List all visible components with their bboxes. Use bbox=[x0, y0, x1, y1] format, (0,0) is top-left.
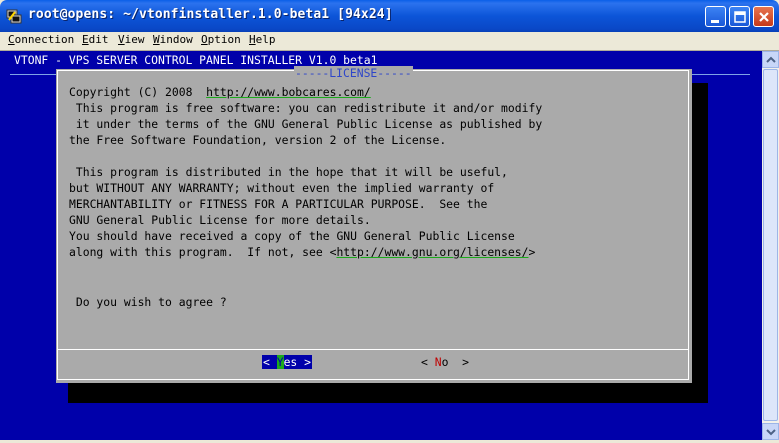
putty-terminal-icon[interactable] bbox=[6, 8, 22, 24]
scroll-down-button[interactable] bbox=[762, 423, 779, 440]
menu-window[interactable]: Window bbox=[153, 33, 193, 46]
menu-connection[interactable]: Connection bbox=[8, 33, 74, 46]
no-button[interactable]: < No > bbox=[421, 355, 469, 369]
close-button[interactable] bbox=[753, 6, 774, 27]
menu-edit[interactable]: Edit bbox=[82, 33, 109, 46]
chevron-up-icon bbox=[766, 56, 776, 63]
menu-view[interactable]: View bbox=[118, 33, 145, 46]
chevron-down-icon bbox=[766, 429, 776, 436]
minimize-button[interactable] bbox=[705, 6, 726, 27]
yes-button[interactable]: < Yes > bbox=[262, 355, 313, 369]
license-dialog: -----LICENSE----- Copyright (C) 2008 htt… bbox=[56, 66, 692, 383]
terminal-screen[interactable]: VTONF - VPS SERVER CONTROL PANEL INSTALL… bbox=[0, 51, 762, 440]
scroll-thumb[interactable] bbox=[763, 69, 778, 421]
dialog-title: -----LICENSE----- bbox=[294, 66, 413, 80]
title-bar[interactable]: root@opens: ~/vtonfinstaller.1.0-beta1 [… bbox=[0, 0, 779, 32]
menu-help[interactable]: Help bbox=[249, 33, 276, 46]
agree-prompt: Do you wish to agree ? bbox=[69, 295, 227, 309]
maximize-button[interactable] bbox=[729, 6, 750, 27]
maximize-icon bbox=[734, 11, 746, 23]
gnu-licenses-link: http://www.gnu.org/licenses/ bbox=[336, 245, 529, 259]
scroll-up-button[interactable] bbox=[762, 51, 779, 68]
dialog-separator bbox=[58, 349, 688, 350]
installer-header: VTONF - VPS SERVER CONTROL PANEL INSTALL… bbox=[14, 53, 378, 67]
vertical-scrollbar[interactable] bbox=[762, 51, 779, 440]
menu-bar: Connection Edit View Window Option Help bbox=[0, 32, 779, 51]
bobcares-link: http://www.bobcares.com/ bbox=[206, 85, 371, 99]
minimize-icon bbox=[711, 20, 719, 23]
window-title: root@opens: ~/vtonfinstaller.1.0-beta1 [… bbox=[28, 7, 393, 22]
license-text: Copyright (C) 2008 http://www.bobcares.c… bbox=[69, 85, 543, 259]
menu-option[interactable]: Option bbox=[201, 33, 241, 46]
close-icon bbox=[759, 12, 769, 22]
